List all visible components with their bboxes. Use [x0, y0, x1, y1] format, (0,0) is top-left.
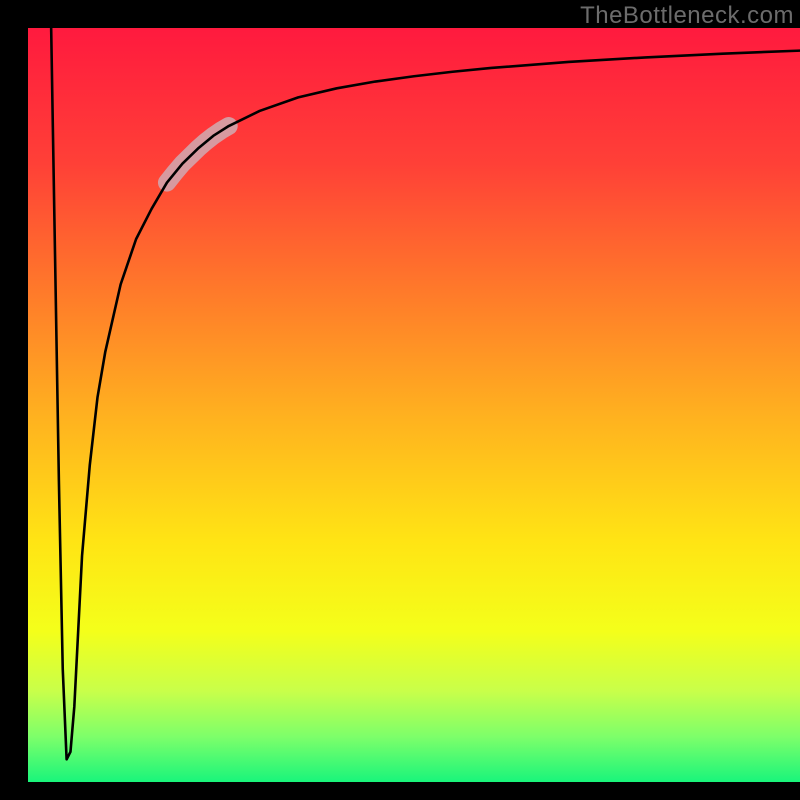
chart-stage: TheBottleneck.com: [0, 0, 800, 800]
watermark-text: TheBottleneck.com: [580, 2, 794, 30]
bottleneck-chart: [0, 0, 800, 800]
plot-background: [28, 28, 800, 782]
